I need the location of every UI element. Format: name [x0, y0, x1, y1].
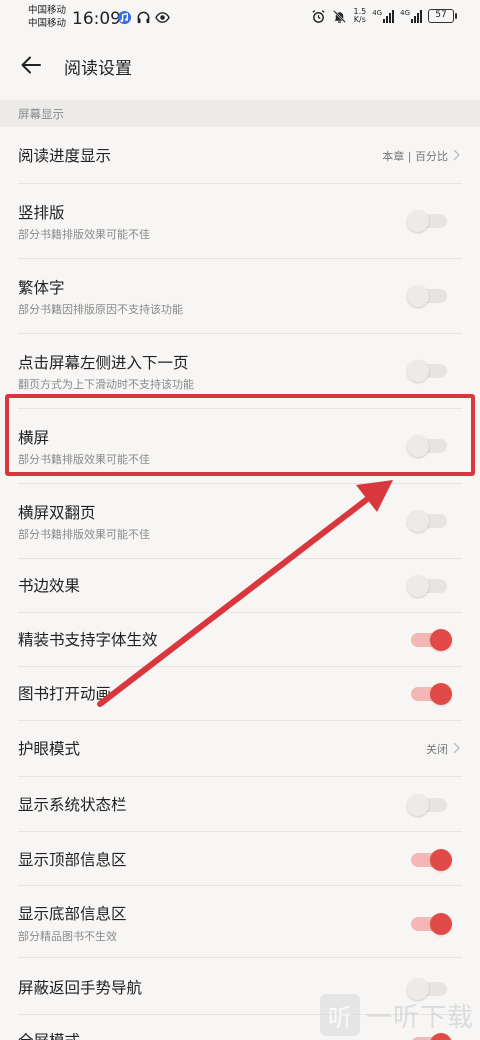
toggle-knob: [407, 285, 429, 307]
setting-title: 图书打开动画: [18, 685, 112, 703]
setting-subtitle: 部分书籍因排版原因不支持该功能: [18, 303, 183, 316]
eye-icon: [155, 10, 170, 25]
setting-title: 书边效果: [18, 577, 81, 595]
section-header-label: 屏幕显示: [18, 107, 64, 121]
setting-show-bottom-info[interactable]: 显示底部信息区 部分精品图书不生效: [0, 886, 480, 958]
setting-title: 显示底部信息区: [18, 905, 127, 923]
signal-2-label: 4G: [400, 9, 410, 17]
watermark: 听 一听下载: [320, 994, 474, 1036]
music-app-icon: [117, 10, 132, 25]
setting-title: 显示顶部信息区: [18, 851, 127, 869]
section-header: 屏幕显示: [0, 100, 480, 127]
setting-show-top-info[interactable]: 显示顶部信息区: [0, 832, 480, 886]
setting-book-edge-effect[interactable]: 书边效果: [0, 559, 480, 613]
show-top-info-toggle[interactable]: [411, 849, 452, 871]
setting-title: 显示系统状态栏: [18, 796, 127, 814]
back-button[interactable]: [16, 50, 46, 80]
toggle-knob: [407, 210, 429, 232]
toggle-knob: [430, 629, 452, 651]
chevron-right-icon: [453, 742, 460, 754]
show-bottom-info-toggle[interactable]: [411, 913, 452, 935]
vertical-layout-toggle[interactable]: [407, 210, 447, 232]
chevron-right-icon: [453, 149, 460, 161]
setting-subtitle: 部分精品图书不生效: [18, 930, 117, 943]
setting-subtitle: 部分书籍排版效果可能不佳: [18, 453, 150, 466]
toggle-knob: [407, 510, 429, 532]
landscape-toggle[interactable]: [407, 435, 447, 457]
toggle-knob: [430, 913, 452, 935]
setting-title: 繁体字: [18, 279, 65, 297]
toggle-knob: [407, 360, 429, 382]
setting-value: 关闭: [426, 743, 448, 756]
back-arrow-icon: [21, 56, 41, 74]
setting-traditional-chinese[interactable]: 繁体字 部分书籍因排版原因不支持该功能: [0, 259, 480, 334]
traditional-chinese-toggle[interactable]: [407, 285, 447, 307]
headphones-icon: [136, 10, 151, 25]
setting-landscape-double-page[interactable]: 横屏双翻页 部分书籍排版效果可能不佳: [0, 484, 480, 559]
setting-landscape[interactable]: 横屏 部分书籍排版效果可能不佳: [0, 409, 480, 484]
setting-hardcover-font[interactable]: 精装书支持字体生效: [0, 613, 480, 667]
setting-title: 护眼模式: [18, 740, 81, 758]
app-bar: 阅读设置: [0, 36, 480, 92]
setting-title: 全屏模式: [18, 1029, 80, 1040]
toggle-knob: [407, 435, 429, 457]
setting-eye-protection[interactable]: 护眼模式 关闭: [0, 721, 480, 777]
setting-title: 精装书支持字体生效: [18, 631, 158, 649]
setting-title: 横屏: [18, 429, 50, 447]
setting-title: 横屏双翻页: [18, 504, 96, 522]
toggle-knob: [430, 683, 452, 705]
book-open-animation-toggle[interactable]: [411, 683, 452, 705]
alarm-icon: [311, 9, 326, 24]
setting-subtitle: 部分书籍排版效果可能不佳: [18, 228, 150, 241]
watermark-logo: 听: [320, 994, 360, 1036]
hardcover-font-toggle[interactable]: [411, 629, 452, 651]
setting-show-status-bar[interactable]: 显示系统状态栏: [0, 777, 480, 832]
landscape-double-page-toggle[interactable]: [407, 510, 447, 532]
watermark-text: 一听下载: [366, 1002, 475, 1033]
show-status-bar-toggle[interactable]: [407, 794, 447, 816]
setting-title: 点击屏幕左侧进入下一页: [18, 354, 189, 372]
book-edge-effect-toggle[interactable]: [407, 575, 447, 597]
carrier-1: 中国移动: [28, 5, 67, 16]
clock: 16:09: [72, 9, 121, 29]
toggle-knob: [407, 794, 429, 816]
signal-2-icon: 4G: [400, 9, 422, 23]
toggle-knob: [407, 575, 429, 597]
setting-subtitle: 翻页方式为上下滑动时不支持该功能: [18, 378, 194, 391]
network-speed-unit: K/s: [353, 15, 366, 24]
setting-title: 阅读进度显示: [18, 147, 112, 165]
setting-title: 竖排版: [18, 204, 65, 222]
setting-subtitle: 部分书籍排版效果可能不佳: [18, 528, 150, 541]
mute-bell-icon: [332, 9, 347, 24]
carrier-labels: 中国移动 中国移动: [28, 4, 66, 30]
status-icons-right: 1.5 K/s 4G 4G 57: [311, 8, 457, 24]
setting-title: 屏蔽返回手势导航: [18, 979, 143, 997]
network-speed: 1.5 K/s: [353, 8, 366, 24]
setting-value: 本章 | 百分比: [382, 150, 448, 163]
toggle-knob: [430, 849, 452, 871]
carrier-2: 中国移动: [28, 18, 67, 29]
setting-tap-left-next-page[interactable]: 点击屏幕左侧进入下一页 翻页方式为上下滑动时不支持该功能: [0, 334, 480, 409]
tap-left-next-page-toggle[interactable]: [407, 360, 447, 382]
status-bar: 中国移动 中国移动 16:09 1.5 K/s 4G 4G 57: [0, 0, 480, 36]
status-icons-left: [117, 10, 170, 25]
setting-vertical-layout[interactable]: 竖排版 部分书籍排版效果可能不佳: [0, 184, 480, 259]
setting-reading-progress[interactable]: 阅读进度显示 本章 | 百分比: [0, 127, 480, 184]
page-title: 阅读设置: [64, 59, 132, 79]
signal-1-icon: 4G: [372, 9, 395, 23]
signal-1-label: 4G: [372, 9, 383, 17]
battery-icon: 57: [428, 9, 457, 23]
setting-book-open-animation[interactable]: 图书打开动画: [0, 667, 480, 721]
